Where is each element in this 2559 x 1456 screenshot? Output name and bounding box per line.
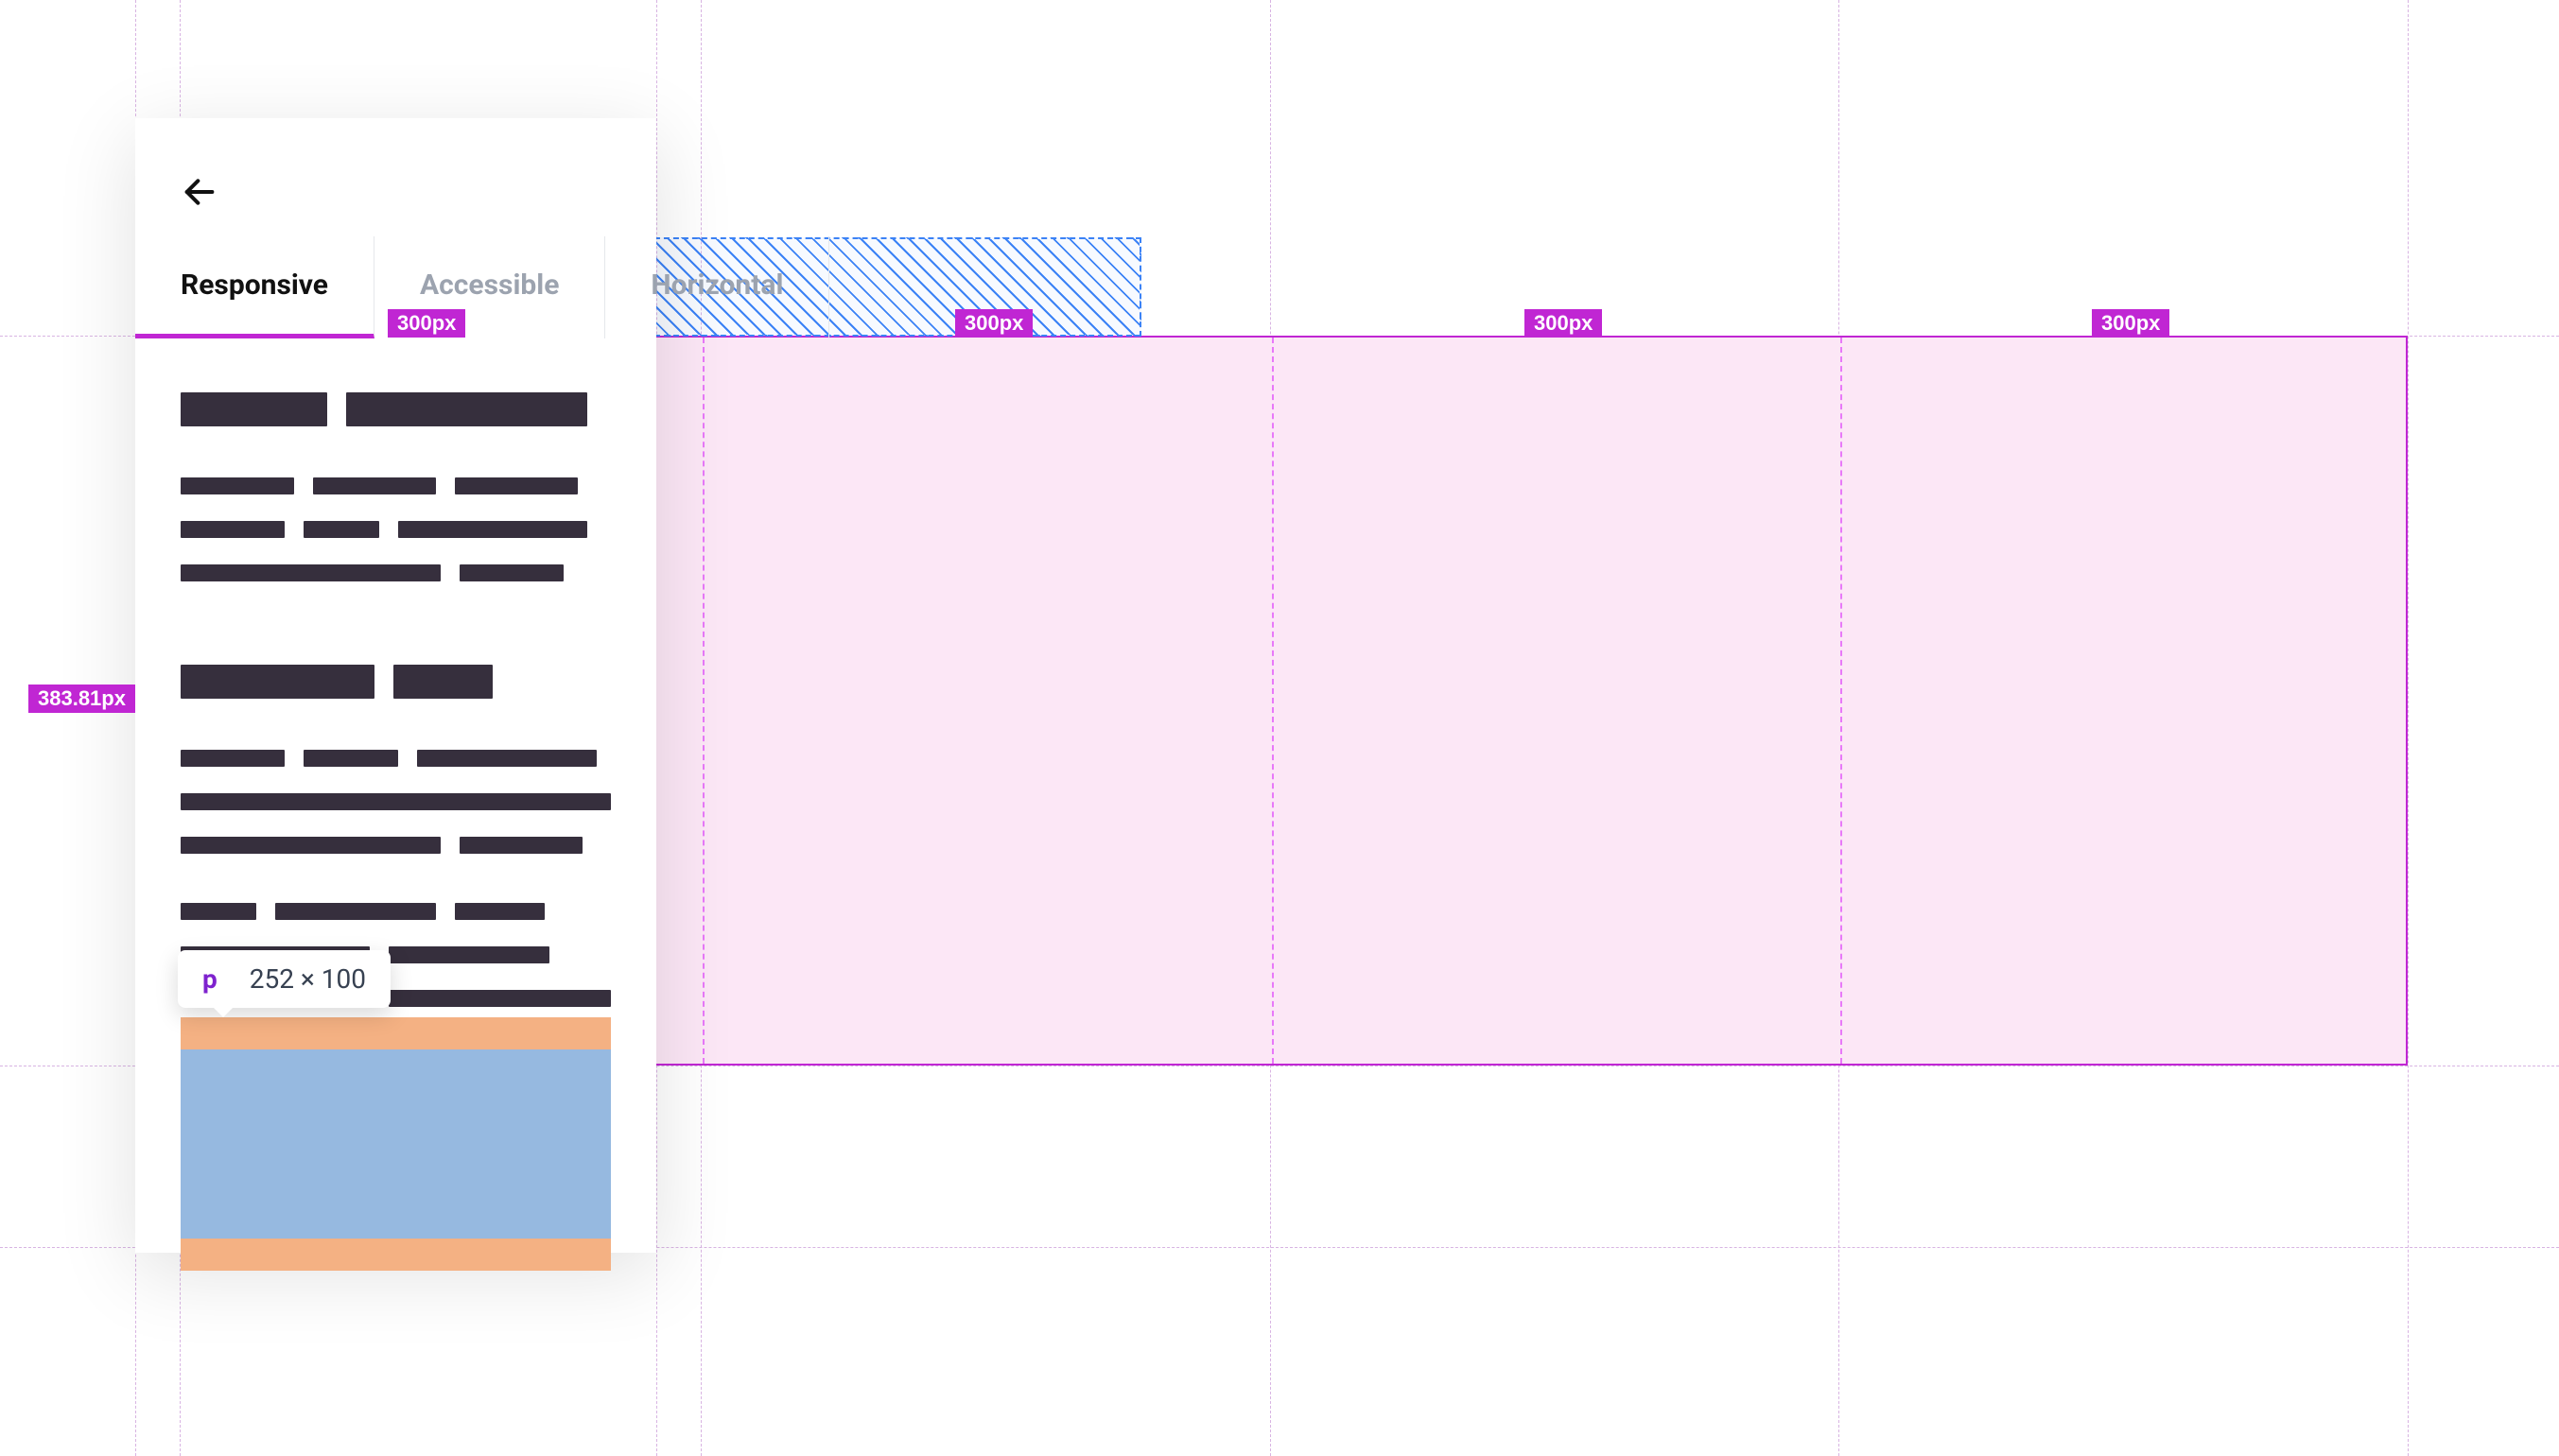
grid-column-label: 300px bbox=[388, 309, 465, 338]
inspected-element-highlight bbox=[181, 1017, 611, 1271]
mobile-preview-frame: Responsive Accessible Horizontal bbox=[135, 118, 656, 1253]
grid-column-divider bbox=[1840, 338, 1842, 1064]
grid-column-label: 300px bbox=[1524, 309, 1602, 338]
grid-column-divider bbox=[1272, 338, 1274, 1064]
grid-column-label: 300px bbox=[955, 309, 1033, 338]
back-arrow-icon[interactable] bbox=[181, 173, 218, 211]
grid-column-label: 300px bbox=[2092, 309, 2169, 338]
grid-column-divider bbox=[703, 338, 705, 1064]
element-info-tag: p bbox=[202, 963, 218, 995]
grid-guide-vertical bbox=[2408, 0, 2409, 1456]
inspected-element-content-box bbox=[181, 1049, 611, 1239]
article-skeleton bbox=[181, 392, 611, 1033]
inspected-element-margin-bottom bbox=[181, 1239, 611, 1271]
element-info-tooltip: p 252 × 100 bbox=[178, 950, 391, 1008]
tab-responsive[interactable]: Responsive bbox=[135, 236, 374, 338]
tab-horizontal[interactable]: Horizontal bbox=[605, 236, 829, 338]
grid-row-label: 383.81px bbox=[28, 685, 135, 713]
inspected-element-margin-top bbox=[181, 1017, 611, 1049]
element-info-size: 252 × 100 bbox=[250, 963, 366, 995]
